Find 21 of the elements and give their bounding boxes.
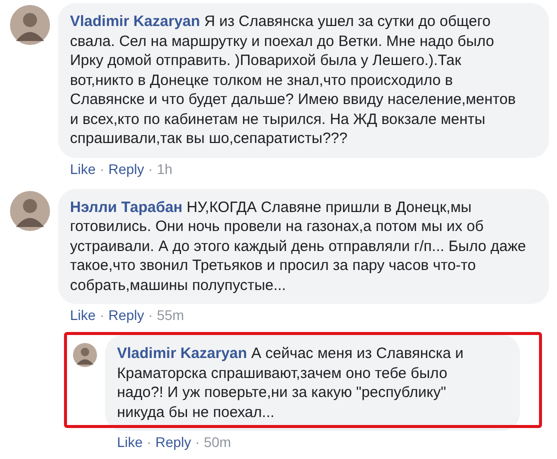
author-link[interactable]: Нэлли Тарабан (70, 198, 182, 216)
like-link[interactable]: Like (70, 307, 96, 323)
reply-link[interactable]: Reply (108, 160, 144, 176)
separator-dot: · (148, 160, 153, 176)
separator-dot: · (195, 434, 200, 450)
reply-link[interactable]: Reply (155, 434, 192, 450)
avatar-icon[interactable] (10, 5, 50, 45)
separator-dot: · (100, 160, 104, 176)
comment-text: Vladimir Kazaryan А сейчас меня из Славянска и Краматорска спрашивают,зачем оно тебе было надо?! И уж поверьте,ни за какую "республику" никуда бы не поехал... (117, 344, 465, 422)
separator-dot: · (148, 307, 153, 323)
separator-dot: · (146, 434, 152, 450)
reply-link[interactable]: Reply (108, 307, 144, 323)
avatar-icon[interactable] (10, 190, 50, 230)
comment-text: Нэлли Тарабан НУ,КОГДА Славяне пришли в Донецк,мы готовились. Они ночь провели на газонах,а потом мы их об устраивали. А до этого каждый день отправляли г/п... Было даже такое,что звонил Третьяков и просил за пару часов что-то собрать,машины полупустые... (70, 198, 527, 295)
like-link[interactable]: Like (70, 160, 96, 176)
author-link[interactable]: Vladimir Kazaryan (117, 345, 248, 362)
like-link[interactable]: Like (117, 434, 143, 450)
comment-text: Vladimir Kazaryan Я из Славянска ушел за сутки до общего свала. Сел на маршрутку и поехал до Ветки. Мне надо было Ирку домой отправить. )Поварихой была у Лешего.).Так вот,никто в Донецке толком не знал,что происходило в Славянске и что будет дальше? Имею ввиду население,ментов и всех,кто по кабинетам не тырился. На ЖД вокзале менты спрашивали,так вы шо,сепаратисты??? (70, 12, 517, 148)
separator-dot: · (100, 307, 104, 323)
avatar-icon[interactable] (73, 343, 97, 367)
author-link[interactable]: Vladimir Kazaryan (70, 13, 200, 30)
